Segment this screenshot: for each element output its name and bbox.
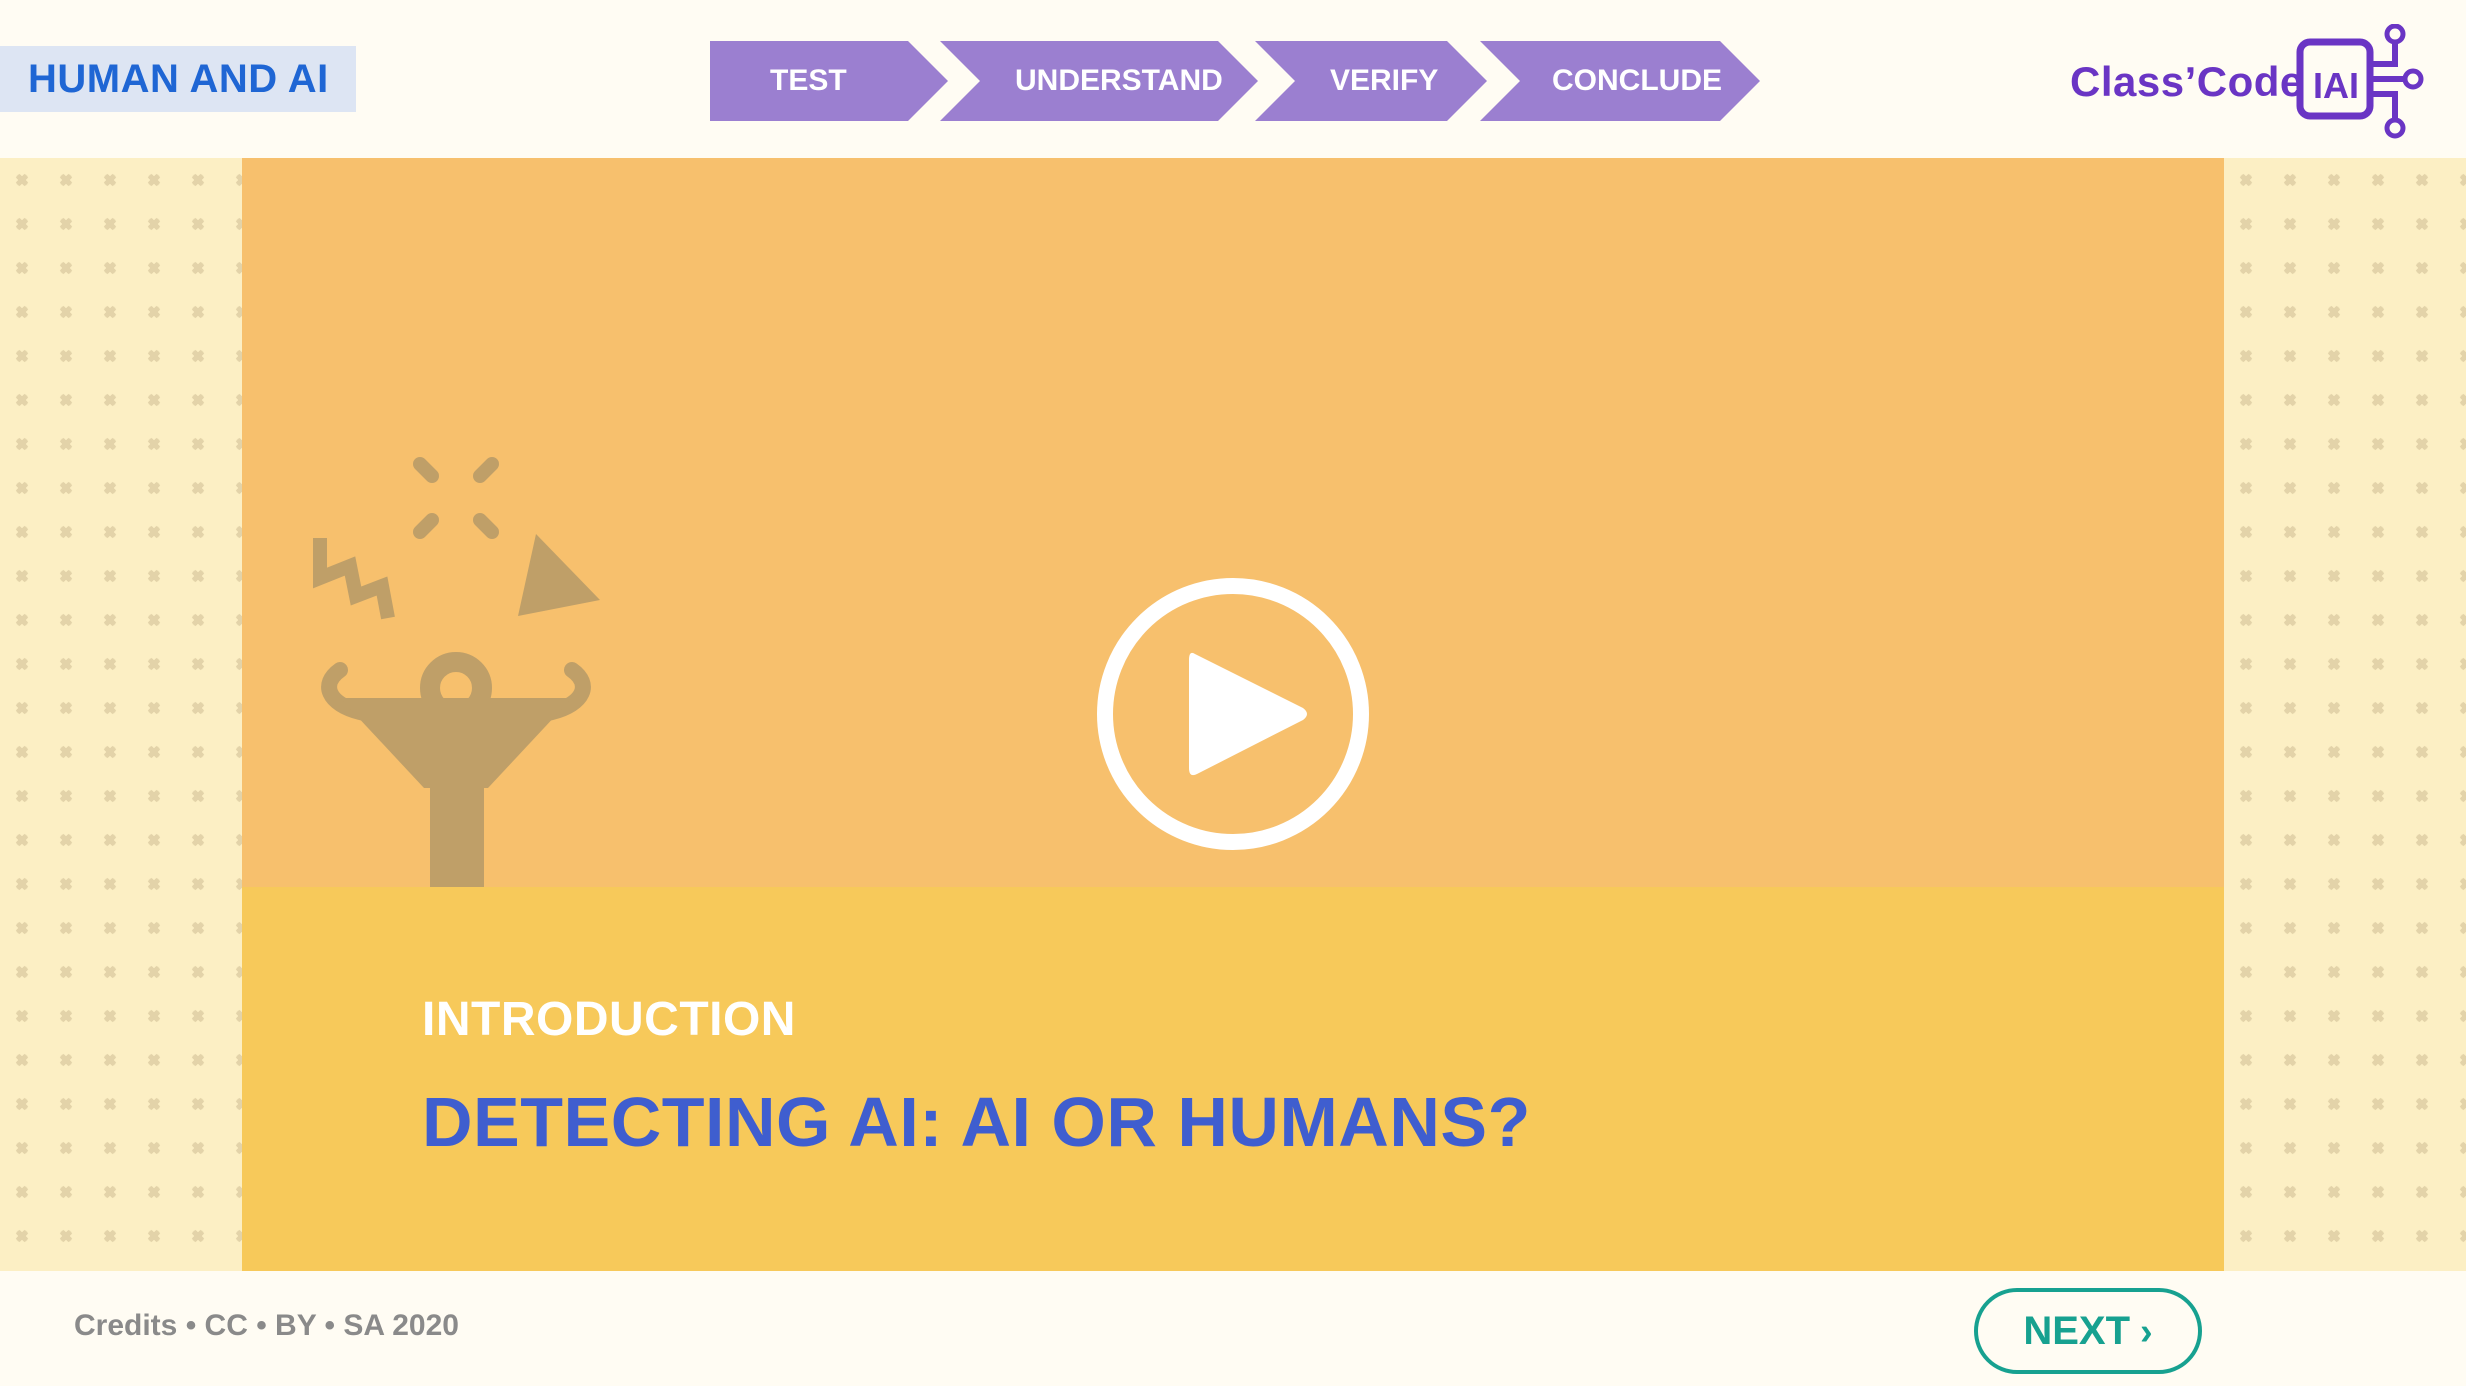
logo-text: Class’Code — [2070, 58, 2304, 105]
footer: Credits • CC • BY • SA 2020 NEXT › — [0, 1271, 2466, 1386]
step-understand-label: UNDERSTAND — [1015, 64, 1223, 97]
course-title: HUMAN AND AI — [0, 46, 356, 112]
credits-link[interactable]: Credits • CC • BY • SA 2020 — [74, 1309, 459, 1343]
step-navigation: TEST UNDERSTAND VERIFY CONCLUDE — [710, 41, 1760, 121]
step-test-label: TEST — [770, 64, 847, 97]
decorative-pattern-left — [0, 158, 242, 1271]
step-conclude[interactable]: CONCLUDE — [1480, 41, 1760, 121]
next-label: NEXT — [2023, 1309, 2131, 1353]
step-verify-label: VERIFY — [1330, 64, 1439, 97]
play-icon[interactable] — [1091, 572, 1375, 856]
next-button[interactable]: NEXT › — [1974, 1288, 2202, 1374]
chevron-right-icon: › — [2140, 1311, 2153, 1353]
step-understand[interactable]: UNDERSTAND — [940, 41, 1258, 121]
step-conclude-label: CONCLUDE — [1552, 64, 1722, 97]
video-title: DETECTING AI: AI OR HUMANS? — [422, 1083, 1531, 1161]
top-bar: HUMAN AND AI TEST UNDERSTAND VERIFY CONC… — [0, 0, 2466, 158]
section-label: INTRODUCTION — [422, 993, 796, 1046]
surprised-person-icon — [313, 457, 600, 888]
decorative-pattern-right — [2224, 158, 2466, 1271]
step-verify[interactable]: VERIFY — [1255, 41, 1487, 121]
caption-panel: INTRODUCTION DETECTING AI: AI OR HUMANS? — [242, 887, 2224, 1271]
classcode-logo[interactable]: Class’Code IAI — [2070, 24, 2430, 144]
logo-badge: IAI — [2312, 65, 2359, 106]
step-test[interactable]: TEST — [710, 41, 948, 121]
